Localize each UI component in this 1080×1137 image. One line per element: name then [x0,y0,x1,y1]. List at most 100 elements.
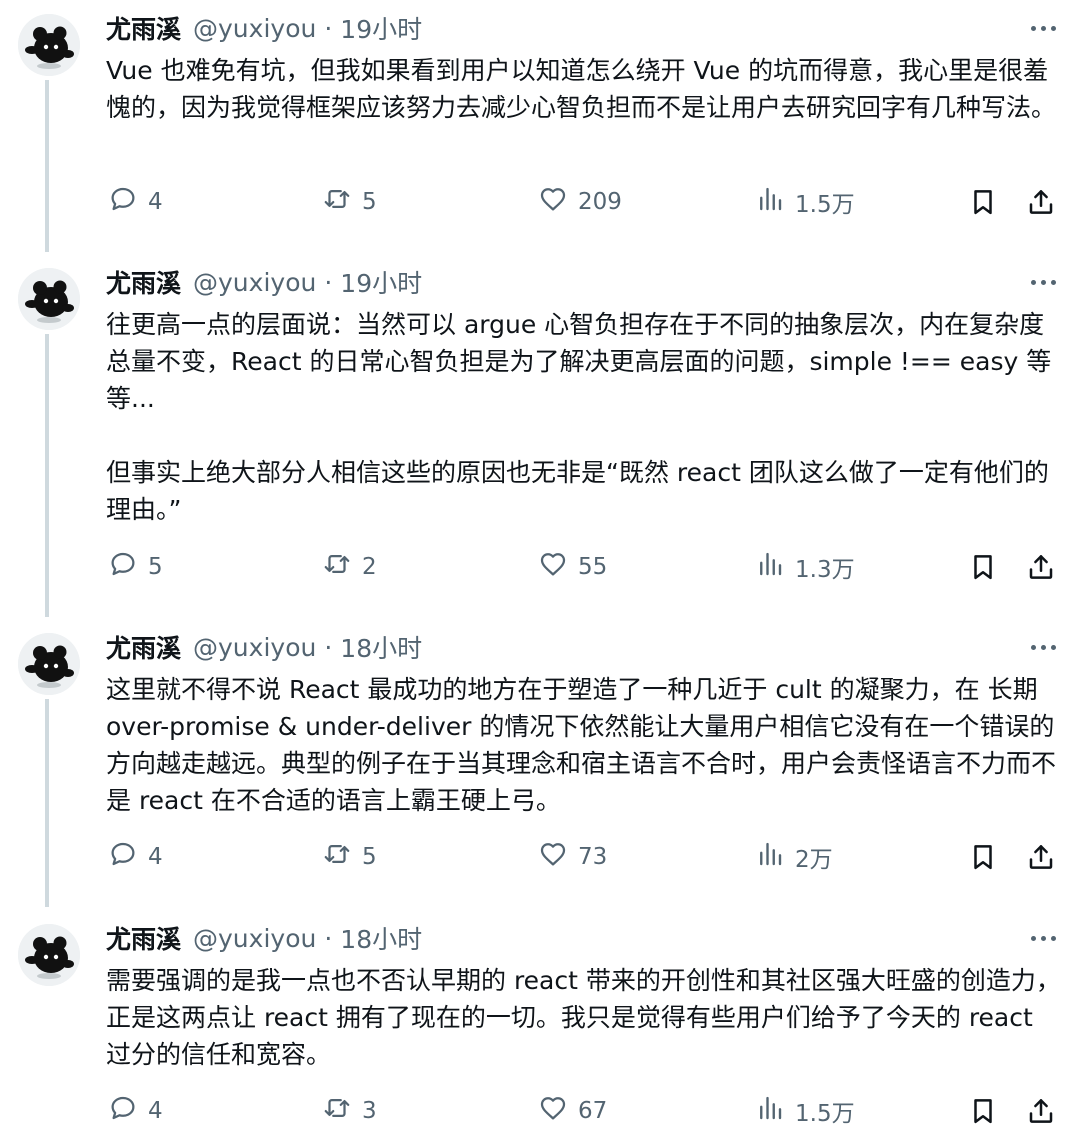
tweet-text: 这里就不得不说 React 最成功的地方在于塑造了一种几近于 cult 的凝聚力… [106,671,1062,819]
bookmark-icon [968,1096,998,1126]
thread-connector-line [45,80,49,252]
separator-dot: · [324,923,333,953]
bookmark-button[interactable] [968,552,998,582]
timestamp[interactable]: 19小时 [340,10,422,46]
views-button[interactable]: 2万 [755,837,833,877]
heart-icon [538,184,578,220]
like-button[interactable]: 55 [538,547,607,587]
tweet-header: 尤雨溪 @yuxiyou · 18小时 [106,918,422,958]
heart-icon [538,839,578,875]
heart-icon [538,549,578,585]
retweet-arrows-icon [322,549,362,585]
user-handle[interactable]: @yuxiyou [193,924,316,953]
view-count: 1.3万 [795,557,855,583]
avatar[interactable] [18,14,80,76]
separator-dot: · [324,632,333,662]
retweet-count: 3 [362,1098,377,1124]
like-count: 55 [578,554,608,580]
speech-bubble-icon [108,184,148,220]
heart-icon [538,1093,578,1129]
tweet-paragraph: 往更高一点的层面说：当然可以 argue 心智负担存在于不同的抽象层次，内在复杂… [106,310,1052,413]
timestamp[interactable]: 19小时 [340,264,422,300]
retweet-count: 5 [362,844,377,870]
views-button[interactable]: 1.5万 [755,1091,855,1131]
like-count: 73 [578,844,608,870]
display-name[interactable]: 尤雨溪 [106,920,181,956]
user-handle[interactable]: @yuxiyou [193,14,316,43]
view-count: 2万 [795,847,833,873]
retweet-button[interactable]: 5 [322,182,377,222]
reply-button[interactable]: 4 [108,182,163,222]
more-dots-icon[interactable] [1031,26,1056,31]
tweet-header: 尤雨溪 @yuxiyou · 18小时 [106,627,422,667]
timestamp[interactable]: 18小时 [340,629,422,665]
retweet-count: 2 [362,554,377,580]
user-handle[interactable]: @yuxiyou [193,268,316,297]
like-button[interactable]: 73 [538,837,607,877]
separator-dot: · [324,267,333,297]
like-button[interactable]: 67 [538,1091,607,1131]
retweet-arrows-icon [322,1093,362,1129]
avatar[interactable] [18,924,80,986]
action-bar: 4 3 67 1.5万 [0,1091,1080,1131]
reply-count: 4 [148,844,163,870]
thread-connector-line [45,699,49,907]
reply-button[interactable]: 5 [108,547,163,587]
bookmark-icon [968,187,998,217]
avatar[interactable] [18,633,80,695]
tweet-text: 往更高一点的层面说：当然可以 argue 心智负担存在于不同的抽象层次，内在复杂… [106,306,1062,528]
like-button[interactable]: 209 [538,182,622,222]
retweet-button[interactable]: 3 [322,1091,377,1131]
user-handle[interactable]: @yuxiyou [193,633,316,662]
timestamp[interactable]: 18小时 [340,920,422,956]
retweet-button[interactable]: 2 [322,547,377,587]
tweet-paragraph: 但事实上绝大部分人相信这些的原因也无非是“既然 react 团队这么做了一定有他… [106,458,1049,524]
tweet-paragraph: Vue 也难免有坑，但我如果看到用户以知道怎么绕开 Vue 的坑而得意，我心里是… [106,56,1057,122]
more-dots-icon[interactable] [1031,645,1056,650]
bar-chart-icon [755,839,795,875]
tweet-text: 需要强调的是我一点也不否认早期的 react 带来的开创性和其社区强大旺盛的创造… [106,962,1062,1073]
share-upload-icon [1026,187,1056,217]
reply-button[interactable]: 4 [108,837,163,877]
views-button[interactable]: 1.5万 [755,182,855,222]
speech-bubble-icon [108,1093,148,1129]
thread-connector-line [45,334,49,617]
action-bar: 4 5 73 2万 [0,837,1080,877]
share-upload-icon [1026,1096,1056,1126]
bar-chart-icon [755,184,795,220]
tweet-paragraph: 需要强调的是我一点也不否认早期的 react 带来的开创性和其社区强大旺盛的创造… [106,966,1061,1069]
separator-dot: · [324,13,333,43]
retweet-arrows-icon [322,839,362,875]
share-button[interactable] [1026,552,1056,582]
share-button[interactable] [1026,1096,1056,1126]
bookmark-icon [968,552,998,582]
reply-button[interactable]: 4 [108,1091,163,1131]
more-dots-icon[interactable] [1031,936,1056,941]
display-name[interactable]: 尤雨溪 [106,264,181,300]
speech-bubble-icon [108,839,148,875]
share-button[interactable] [1026,842,1056,872]
bookmark-button[interactable] [968,842,998,872]
retweet-count: 5 [362,189,377,215]
share-button[interactable] [1026,187,1056,217]
share-upload-icon [1026,842,1056,872]
reply-count: 4 [148,189,163,215]
display-name[interactable]: 尤雨溪 [106,10,181,46]
retweet-button[interactable]: 5 [322,837,377,877]
bookmark-button[interactable] [968,1096,998,1126]
more-dots-icon[interactable] [1031,280,1056,285]
bookmark-icon [968,842,998,872]
like-count: 67 [578,1098,608,1124]
reply-count: 4 [148,1098,163,1124]
bar-chart-icon [755,549,795,585]
tweet-paragraph: 这里就不得不说 React 最成功的地方在于塑造了一种几近于 cult 的凝聚力… [106,675,1057,815]
display-name[interactable]: 尤雨溪 [106,629,181,665]
view-count: 1.5万 [795,1101,855,1127]
views-button[interactable]: 1.3万 [755,547,855,587]
share-upload-icon [1026,552,1056,582]
tweet-header: 尤雨溪 @yuxiyou · 19小时 [106,8,422,48]
like-count: 209 [578,189,622,215]
bookmark-button[interactable] [968,187,998,217]
avatar[interactable] [18,268,80,330]
action-bar: 4 5 209 1.5万 [0,182,1080,222]
